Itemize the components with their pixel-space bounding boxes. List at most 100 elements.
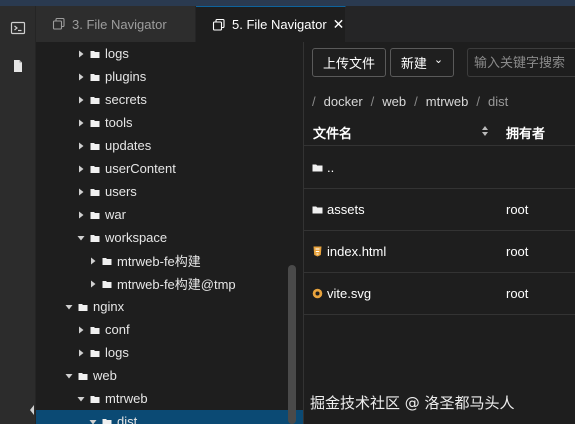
folder-icon	[90, 326, 100, 334]
tree-item-label: mtrweb-fe构建@tmp	[117, 277, 236, 292]
file-name-cell[interactable]: index.html	[312, 244, 386, 259]
tree-item[interactable]: logs	[36, 341, 303, 364]
chevron-right-icon[interactable]	[76, 348, 86, 358]
breadcrumb-item-docker[interactable]: docker	[324, 94, 363, 109]
tree-item[interactable]: conf	[36, 318, 303, 341]
tree-item-label: secrets	[105, 92, 147, 107]
tree-item[interactable]: updates	[36, 134, 303, 157]
folder-icon	[90, 395, 100, 403]
tree-item[interactable]: web	[36, 364, 303, 387]
tree-item-label: users	[105, 184, 137, 199]
chevron-right-icon[interactable]	[76, 210, 86, 220]
tree-item[interactable]: nginx	[36, 295, 303, 318]
tab-file-navigator-3[interactable]: 3. File Navigator	[36, 6, 196, 42]
copy-tab-icon	[52, 17, 65, 30]
file-icon[interactable]	[10, 58, 26, 74]
chevron-right-icon[interactable]	[76, 164, 86, 174]
tree-item-label: updates	[105, 138, 152, 153]
tree-item[interactable]: userContent	[36, 157, 303, 180]
table-row[interactable]: assets root	[304, 189, 575, 231]
folder-icon	[312, 206, 323, 214]
search-input[interactable]	[467, 48, 575, 77]
tree-item[interactable]: war	[36, 203, 303, 226]
folder-icon	[312, 164, 323, 172]
chevron-right-icon[interactable]	[76, 141, 86, 151]
folder-tree: logs plugins secrets tools updates userConten…	[36, 42, 303, 424]
file-name-label: assets	[327, 202, 365, 217]
chevron-down-icon[interactable]	[64, 302, 74, 312]
sort-icon[interactable]	[481, 125, 489, 137]
tree-item-label: logs	[105, 345, 129, 360]
breadcrumb: / docker / web / mtrweb / dist	[312, 94, 508, 109]
terminal-icon[interactable]	[10, 20, 26, 36]
file-name-label: index.html	[327, 244, 387, 259]
tree-scrollbar[interactable]	[288, 265, 296, 424]
folder-icon	[102, 257, 112, 265]
file-name-cell[interactable]: assets	[312, 202, 365, 217]
folder-icon	[90, 349, 100, 357]
chevron-right-icon[interactable]	[76, 95, 86, 105]
chevron-right-icon[interactable]	[88, 279, 98, 289]
table-row[interactable]: vite.svg root	[304, 273, 575, 315]
owner-cell: root	[506, 244, 529, 259]
breadcrumb-separator: /	[370, 94, 375, 109]
close-icon[interactable]: ✕	[333, 16, 345, 33]
chevron-down-icon[interactable]	[64, 371, 74, 381]
chevron-right-icon[interactable]	[76, 325, 86, 335]
tree-item-label: userContent	[105, 161, 176, 176]
tree-item[interactable]: users	[36, 180, 303, 203]
new-button[interactable]: 新建 ⌄	[390, 48, 454, 77]
collapse-sidebar-icon[interactable]	[28, 402, 36, 418]
tree-item[interactable]: plugins	[36, 65, 303, 88]
column-header-owner[interactable]: 拥有者	[506, 123, 545, 142]
tree-item[interactable]: mtrweb	[36, 387, 303, 410]
tree-item-label: war	[105, 207, 126, 222]
tree-item-label: tools	[105, 115, 133, 130]
chevron-down-icon[interactable]	[88, 417, 98, 424]
tree-item-label: mtrweb-fe构建	[117, 254, 201, 269]
breadcrumb-separator: /	[476, 94, 481, 109]
svg-file-icon	[312, 288, 323, 299]
chevron-down-icon[interactable]	[76, 394, 86, 404]
chevron-right-icon[interactable]	[88, 256, 98, 266]
column-header-name[interactable]: 文件名	[313, 123, 352, 142]
tab-label: 3. File Navigator	[72, 16, 167, 32]
chevron-right-icon[interactable]	[76, 49, 86, 59]
tree-item-label: plugins	[105, 69, 147, 84]
breadcrumb-separator: /	[312, 94, 316, 109]
folder-icon	[78, 372, 88, 380]
tree-item-label: mtrweb	[105, 391, 148, 406]
upload-button[interactable]: 上传文件	[312, 48, 386, 77]
tab-bar: 3. File Navigator 5. File Navigator ✕	[36, 6, 575, 42]
breadcrumb-separator: /	[414, 94, 418, 109]
chevron-right-icon[interactable]	[76, 118, 86, 128]
tree-item[interactable]: secrets	[36, 88, 303, 111]
file-name-label: ..	[327, 160, 335, 175]
chevron-right-icon[interactable]	[76, 187, 86, 197]
table-row[interactable]: index.html root	[304, 231, 575, 273]
chevron-right-icon[interactable]	[76, 72, 86, 82]
tree-item[interactable]: mtrweb-fe构建	[36, 249, 303, 272]
breadcrumb-item-mtrweb[interactable]: mtrweb	[426, 94, 469, 109]
tree-item-label: workspace	[105, 230, 168, 245]
tree-item[interactable]: logs	[36, 42, 303, 65]
tree-item-label: logs	[105, 46, 129, 61]
folder-icon	[90, 96, 100, 104]
folder-icon	[90, 234, 100, 242]
file-name-cell[interactable]: vite.svg	[312, 286, 371, 301]
tab-label: 5. File Navigator	[232, 17, 327, 32]
tree-item[interactable]: mtrweb-fe构建@tmp	[36, 272, 303, 295]
activity-bar	[0, 6, 36, 424]
tree-item[interactable]: tools	[36, 111, 303, 134]
tree-item[interactable]: workspace	[36, 226, 303, 249]
file-name-cell[interactable]: ..	[312, 160, 334, 175]
table-header: 文件名 拥有者	[304, 116, 575, 146]
tree-item-label: dist	[117, 414, 138, 424]
tab-file-navigator-5[interactable]: 5. File Navigator ✕	[196, 6, 346, 42]
tree-item[interactable]: dist	[36, 410, 303, 424]
breadcrumb-item-web[interactable]: web	[382, 94, 406, 109]
table-row[interactable]: ..	[304, 147, 575, 189]
chevron-down-icon[interactable]	[76, 233, 86, 243]
folder-icon	[102, 280, 112, 288]
watermark: 掘金技术社区 @ 洛圣都马头人	[310, 394, 515, 412]
